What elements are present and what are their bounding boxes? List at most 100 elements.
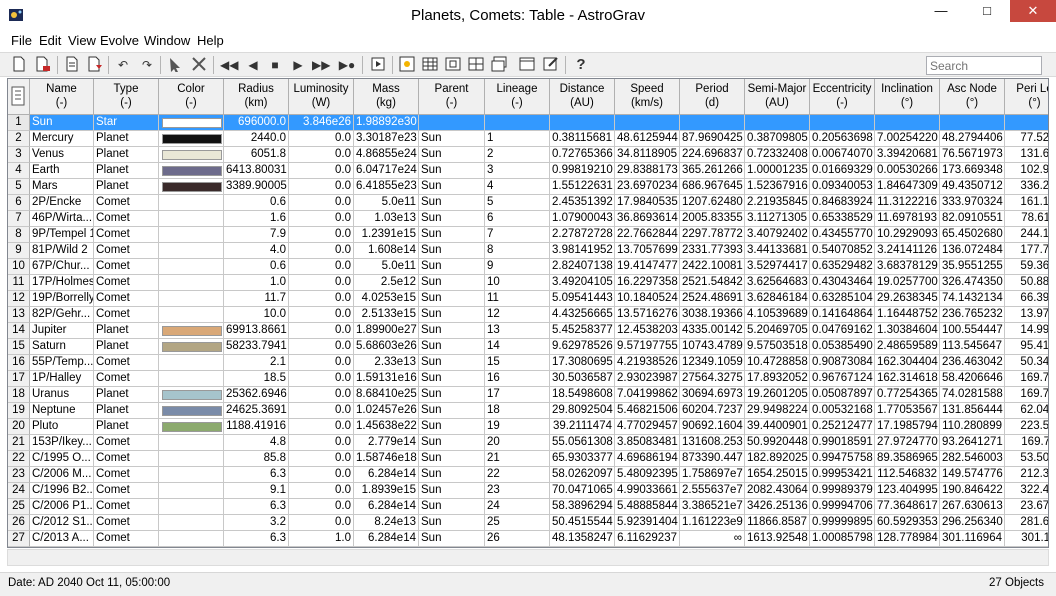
cell-mass[interactable]: 1.45638e22 <box>354 419 419 435</box>
cell-inclination[interactable]: 11.3122216 <box>875 195 940 211</box>
table-row[interactable]: 21 153P/Ikey... Comet 4.8 0.0 2.779e14 Sun 20 55… <box>8 435 1048 451</box>
table-row[interactable]: 19 Neptune Planet 24625.3691 0.0 1.02457e26 Su… <box>8 403 1048 419</box>
help-icon[interactable]: ? <box>572 56 590 74</box>
cell-radius[interactable]: 11.7 <box>224 291 289 307</box>
cell-luminosity[interactable]: 0.0 <box>289 179 354 195</box>
cell-radius[interactable]: 6.3 <box>224 467 289 483</box>
cell-inclination[interactable]: 10.2929093 <box>875 227 940 243</box>
cell-radius[interactable]: 0.6 <box>224 259 289 275</box>
cell-name[interactable]: Venus <box>30 147 94 163</box>
cell-color[interactable] <box>159 339 224 355</box>
cell-semi-major[interactable]: 5.20469705 <box>745 323 810 339</box>
cell-distance[interactable]: 18.5498608 <box>550 387 615 403</box>
menu-view[interactable]: View <box>68 33 96 48</box>
cell-lineage[interactable]: 26 <box>485 531 550 547</box>
cell-speed[interactable]: 19.4147477 <box>615 259 680 275</box>
row-number[interactable]: 7 <box>8 211 30 227</box>
cell-parent[interactable]: Sun <box>419 387 485 403</box>
cell-semi-major[interactable]: 17.8932052 <box>745 371 810 387</box>
cell-inclination[interactable]: 27.9724770 <box>875 435 940 451</box>
cell-asc-node[interactable]: 282.546003 <box>940 451 1005 467</box>
cell-peri-lo[interactable]: 322.495 <box>1005 483 1048 499</box>
table-row[interactable]: 8 9P/Tempel 1 Comet 7.9 0.0 1.2391e15 Sun 7 2.27… <box>8 227 1048 243</box>
cell-mass[interactable]: 2.33e13 <box>354 355 419 371</box>
cell-asc-node[interactable]: 48.2794406 <box>940 131 1005 147</box>
table-view3-icon[interactable] <box>467 56 485 74</box>
cell-luminosity[interactable]: 0.0 <box>289 323 354 339</box>
cell-peri-lo[interactable]: 177.715 <box>1005 243 1048 259</box>
cell-mass[interactable]: 1.89900e27 <box>354 323 419 339</box>
cell-parent[interactable]: Sun <box>419 259 485 275</box>
cell-type[interactable]: Comet <box>94 275 159 291</box>
cell-period[interactable]: 2422.10081 <box>680 259 745 275</box>
column-header-inclination[interactable]: Inclination (°) <box>875 79 940 115</box>
table-row[interactable]: 2 Mercury Planet 2440.0 0.0 3.30187e23 Sun 1 0.3… <box>8 131 1048 147</box>
cell-lineage[interactable]: 23 <box>485 483 550 499</box>
cell-distance[interactable]: 65.9303377 <box>550 451 615 467</box>
cell-name[interactable]: Earth <box>30 163 94 179</box>
table-row[interactable]: 26 C/2012 S1... Comet 3.2 0.0 8.24e13 Sun 25 50.… <box>8 515 1048 531</box>
cell-inclination[interactable]: 123.404995 <box>875 483 940 499</box>
table-row[interactable]: 13 82P/Gehr... Comet 10.0 0.0 2.5133e15 Sun 12 4… <box>8 307 1048 323</box>
menu-evolve[interactable]: Evolve <box>100 33 139 48</box>
cell-semi-major[interactable]: 2082.43064 <box>745 483 810 499</box>
cell-parent[interactable]: Sun <box>419 403 485 419</box>
cell-radius[interactable]: 2440.0 <box>224 131 289 147</box>
cell-mass[interactable]: 1.59131e16 <box>354 371 419 387</box>
cell-speed[interactable]: 2.93023987 <box>615 371 680 387</box>
cell-mass[interactable]: 4.0253e15 <box>354 291 419 307</box>
cell-speed[interactable]: 34.8118905 <box>615 147 680 163</box>
cell-asc-node[interactable]: 326.474350 <box>940 275 1005 291</box>
cell-speed[interactable]: 5.48092395 <box>615 467 680 483</box>
cell-period[interactable]: 365.261266 <box>680 163 745 179</box>
row-number[interactable]: 12 <box>8 291 30 307</box>
stop-icon[interactable]: ■ <box>266 56 284 74</box>
cell-semi-major[interactable]: 3426.25136 <box>745 499 810 515</box>
cell-luminosity[interactable]: 0.0 <box>289 355 354 371</box>
cell-speed[interactable]: 10.1840524 <box>615 291 680 307</box>
cell-radius[interactable]: 4.0 <box>224 243 289 259</box>
cell-parent[interactable] <box>419 115 485 131</box>
cell-lineage[interactable]: 15 <box>485 355 550 371</box>
cell-peri-lo[interactable]: 169.751 <box>1005 371 1048 387</box>
cell-peri-lo[interactable]: 78.6116 <box>1005 211 1048 227</box>
cell-inclination[interactable]: 77.3648617 <box>875 499 940 515</box>
row-number[interactable]: 13 <box>8 307 30 323</box>
cell-distance[interactable]: 1.07900043 <box>550 211 615 227</box>
row-number[interactable]: 24 <box>8 483 30 499</box>
cell-radius[interactable]: 3389.90005 <box>224 179 289 195</box>
cell-luminosity[interactable]: 0.0 <box>289 371 354 387</box>
cell-mass[interactable]: 6.284e14 <box>354 499 419 515</box>
cell-distance[interactable]: 58.0262097 <box>550 467 615 483</box>
cell-name[interactable]: 1P/Halley <box>30 371 94 387</box>
cell-distance[interactable]: 5.09541443 <box>550 291 615 307</box>
cell-semi-major[interactable]: 182.892025 <box>745 451 810 467</box>
cell-luminosity[interactable]: 0.0 <box>289 275 354 291</box>
cell-eccentricity[interactable]: 0.99999895 <box>810 515 875 531</box>
cell-eccentricity[interactable]: 0.99475758 <box>810 451 875 467</box>
cell-lineage[interactable]: 21 <box>485 451 550 467</box>
cell-inclination[interactable]: 3.39420681 <box>875 147 940 163</box>
cell-type[interactable]: Planet <box>94 147 159 163</box>
cell-speed[interactable]: 22.7662844 <box>615 227 680 243</box>
table-row[interactable]: 7 46P/Wirta... Comet 1.6 0.0 1.03e13 Sun 6 1.079… <box>8 211 1048 227</box>
cell-parent[interactable]: Sun <box>419 179 485 195</box>
cell-distance[interactable]: 0.38115681 <box>550 131 615 147</box>
cell-color[interactable] <box>159 403 224 419</box>
cell-eccentricity[interactable]: 0.63529482 <box>810 259 875 275</box>
cell-name[interactable]: Pluto <box>30 419 94 435</box>
row-number[interactable]: 9 <box>8 243 30 259</box>
cell-lineage[interactable] <box>485 115 550 131</box>
cell-radius[interactable]: 69913.8661 <box>224 323 289 339</box>
cell-peri-lo[interactable]: 244.159 <box>1005 227 1048 243</box>
table-row[interactable]: 12 19P/Borrelly Comet 11.7 0.0 4.0253e15 Sun 11… <box>8 291 1048 307</box>
cell-radius[interactable]: 7.9 <box>224 227 289 243</box>
cell-semi-major[interactable]: 3.40792402 <box>745 227 810 243</box>
table-row[interactable]: 27 C/2013 A... Comet 6.3 1.0 6.284e14 Sun 26 48.… <box>8 531 1048 547</box>
cell-lineage[interactable]: 3 <box>485 163 550 179</box>
cell-distance[interactable]: 1.55122631 <box>550 179 615 195</box>
cell-asc-node[interactable]: 100.554447 <box>940 323 1005 339</box>
cell-period[interactable]: 2331.77393 <box>680 243 745 259</box>
cell-inclination[interactable]: 0.77254365 <box>875 387 940 403</box>
cell-period[interactable]: 224.696837 <box>680 147 745 163</box>
